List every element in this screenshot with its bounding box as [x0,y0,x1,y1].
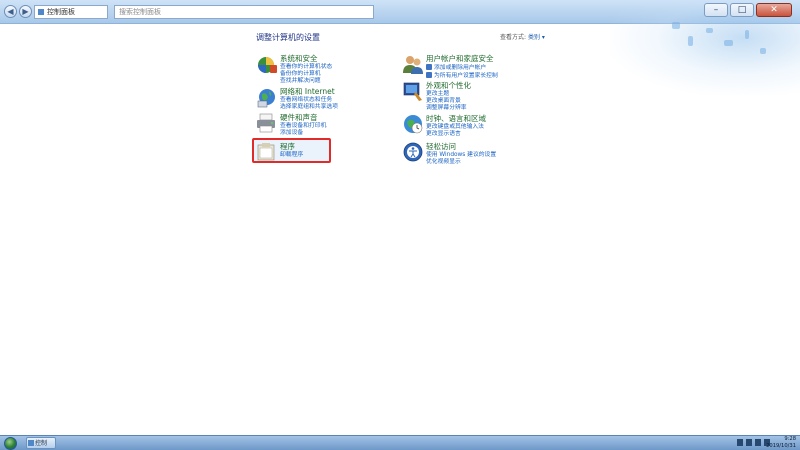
parental-controls-label[interactable]: 为所有用户设置家长控制 [434,73,498,79]
printer-icon [256,112,278,134]
uninstall-program-link[interactable]: 卸载程序 [280,152,303,159]
shield-icon [426,72,432,78]
volume-tray-icon[interactable] [755,439,761,446]
homegroup-sharing-link[interactable]: 选择家庭组和共享选项 [280,104,338,111]
control-panel-icon [28,440,34,446]
change-theme-link[interactable]: 更改主题 [426,91,471,98]
taskbar: 控制 9:28 2019/10/31 [0,435,800,450]
aero-deco-shape [760,48,766,54]
programs-title[interactable]: 程序 [280,141,303,152]
view-by-dropdown[interactable]: 类别 ▾ [528,34,545,41]
add-remove-accounts-label[interactable]: 添加或删除用户帐户 [434,65,486,71]
add-remove-accounts-link[interactable]: 添加或删除用户帐户 [426,64,498,72]
user-accounts-title[interactable]: 用户帐户和家庭安全 [426,53,498,64]
appearance-icon [402,80,424,102]
clock-language-title[interactable]: 时钟、语言和区域 [426,113,486,124]
hardware-sound-title[interactable]: 硬件和声音 [280,112,326,123]
aero-deco-shape [745,30,749,39]
ease-of-access-icon [402,141,424,163]
start-button[interactable] [4,437,17,450]
address-bar[interactable]: 控制面板 [34,5,108,19]
search-input[interactable]: 搜索控制面板 [114,5,374,19]
aero-deco-shape [688,36,693,46]
user-accounts-icon [402,53,424,75]
network-internet-title[interactable]: 网络和 Internet [280,86,338,97]
taskbar-control-panel-item[interactable]: 控制 [26,437,56,449]
optimize-display-link[interactable]: 优化视频显示 [426,159,496,166]
close-button[interactable]: ✕ [756,3,792,17]
back-button[interactable]: ◀ [4,5,17,18]
system-tray [737,439,770,446]
network-globe-icon [256,86,278,108]
forward-button[interactable]: ▶ [19,5,32,18]
appearance-title[interactable]: 外观和个性化 [426,80,471,91]
change-input-method-link[interactable]: 更改键盘或其他输入法 [426,124,486,131]
clock-globe-icon [402,113,424,135]
flag-tray-icon[interactable] [746,439,752,446]
change-display-language-link[interactable]: 更改显示语言 [426,131,486,138]
taskbar-item-label: 控制 [35,440,48,447]
troubleshoot-link[interactable]: 查找并解决问题 [280,78,332,85]
aero-deco-shape [706,28,713,33]
navigation-buttons: ◀ ▶ [4,5,32,18]
programs-icon [256,141,278,163]
taskbar-clock[interactable]: 9:28 2019/10/31 [766,436,796,449]
network-tray-icon[interactable] [737,439,743,446]
view-by-label: 查看方式: [500,34,527,41]
minimize-button[interactable]: – [704,3,728,17]
add-device-link[interactable]: 添加设备 [280,130,326,137]
parental-controls-link[interactable]: 为所有用户设置家长控制 [426,72,498,80]
maximize-button[interactable]: □ [730,3,754,17]
system-security-icon [256,53,278,75]
view-network-status-link[interactable]: 查看网络状态和任务 [280,97,338,104]
page-title: 调整计算机的设置 [256,33,320,42]
aero-deco-shape [672,22,680,29]
shield-icon [426,64,432,70]
devices-printers-link[interactable]: 查看设备和打印机 [280,123,326,130]
ease-of-access-title[interactable]: 轻松访问 [426,141,496,152]
backup-computer-link[interactable]: 备份你的计算机 [280,71,332,78]
aero-deco-shape [724,40,733,46]
change-background-link[interactable]: 更改桌面背景 [426,98,471,105]
clock-date: 2019/10/31 [766,442,796,449]
view-computer-status-link[interactable]: 查看你的计算机状态 [280,64,332,71]
system-security-title[interactable]: 系统和安全 [280,53,332,64]
address-path-label[interactable]: 控制面板 [47,6,75,18]
recommended-settings-link[interactable]: 使用 Windows 建议的设置 [426,152,496,159]
screen-resolution-link[interactable]: 调整屏幕分辨率 [426,105,471,112]
view-by: 查看方式: 类别 ▾ [500,32,545,41]
window-controls: – □ ✕ [704,3,792,17]
control-panel-path-icon [38,9,44,15]
